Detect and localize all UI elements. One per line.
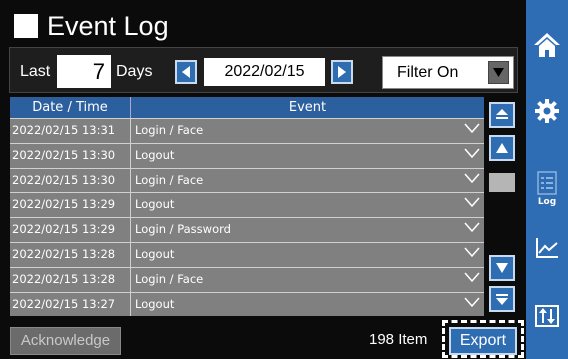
days-input[interactable]: 7: [57, 55, 111, 88]
row-datetime: 2022/02/15 13:30: [10, 143, 131, 168]
table-row[interactable]: 2022/02/15 13:29 Logout: [10, 192, 484, 218]
row-event: Logout: [135, 246, 175, 261]
title-square-icon: [14, 14, 38, 38]
row-datetime: 2022/02/15 13:31: [10, 119, 131, 143]
chevron-down-icon[interactable]: [464, 246, 480, 258]
double-down-arrow-icon: [496, 294, 508, 305]
page-title-text: Event Log: [47, 10, 169, 41]
row-event: Login / Face: [135, 271, 204, 286]
acknowledge-button[interactable]: Acknowledge: [10, 327, 121, 355]
table-row[interactable]: 2022/02/15 13:29 Login / Password: [10, 217, 484, 242]
days-label: Days: [116, 63, 153, 80]
chevron-down-icon[interactable]: [464, 172, 480, 184]
row-datetime: 2022/02/15 13:28: [10, 242, 131, 267]
prev-date-button[interactable]: [175, 60, 197, 84]
chevron-down-icon[interactable]: [464, 296, 480, 308]
chart-icon: [536, 238, 558, 258]
column-header-datetime: Date / Time: [10, 97, 131, 118]
row-datetime: 2022/02/15 13:29: [10, 218, 131, 242]
sidebar-item-sort[interactable]: [526, 296, 568, 336]
chevron-down-icon[interactable]: [464, 196, 480, 208]
triangle-up-icon: [496, 143, 508, 153]
triangle-left-icon: [182, 66, 190, 78]
chevron-down-icon[interactable]: [464, 221, 480, 233]
row-event: Login / Password: [135, 222, 231, 237]
last-label: Last: [20, 63, 51, 80]
log-icon: [537, 170, 557, 195]
sidebar-item-chart[interactable]: [526, 228, 568, 268]
table-header: Date / Time Event: [10, 97, 484, 118]
table-row[interactable]: 2022/02/15 13:28 Login / Face: [10, 266, 484, 292]
scrollbar-thumb[interactable]: [489, 173, 515, 192]
triangle-right-icon: [338, 66, 346, 78]
row-event: Login / Face: [135, 172, 204, 187]
sidebar-item-log-label: Log: [537, 196, 557, 207]
row-datetime: 2022/02/15 13:27: [10, 292, 131, 317]
sidebar: Log: [526, 0, 568, 359]
item-count: 198 Item: [369, 331, 428, 348]
scroll-up-button[interactable]: [489, 135, 515, 161]
table-row[interactable]: 2022/02/15 13:31 Login / Face: [10, 118, 484, 143]
row-datetime: 2022/02/15 13:28: [10, 267, 131, 292]
table-row[interactable]: 2022/02/15 13:27 Logout: [10, 291, 484, 317]
sidebar-item-log[interactable]: Log: [526, 164, 568, 212]
row-event: Logout: [135, 197, 175, 212]
chevron-down-icon[interactable]: [464, 147, 480, 159]
double-up-arrow-icon: [496, 109, 508, 119]
main-panel: Event Log Last 7 Days 2022/02/15 Filter …: [0, 0, 526, 359]
filter-select-value: Filter On: [397, 64, 459, 81]
chevron-down-icon[interactable]: [464, 271, 480, 283]
home-icon: [534, 33, 560, 57]
table-row[interactable]: 2022/02/15 13:30 Logout: [10, 142, 484, 168]
dropdown-button[interactable]: [488, 61, 509, 84]
triangle-down-icon: [496, 263, 508, 273]
sidebar-item-settings[interactable]: [526, 90, 568, 132]
scroll-bottom-button[interactable]: [489, 286, 515, 312]
gear-icon: [535, 99, 559, 123]
next-date-button[interactable]: [331, 60, 353, 84]
event-table: Date / Time Event 2022/02/15 13:31 Login…: [10, 97, 484, 317]
row-datetime: 2022/02/15 13:29: [10, 193, 131, 218]
table-row[interactable]: 2022/02/15 13:28 Logout: [10, 241, 484, 267]
filter-select[interactable]: Filter On: [382, 56, 514, 89]
column-header-event: Event: [131, 97, 484, 118]
sort-icon: [535, 305, 559, 327]
scroll-down-button[interactable]: [489, 255, 515, 281]
scroll-top-button[interactable]: [489, 102, 515, 128]
table-scrollbar[interactable]: [486, 97, 518, 317]
row-datetime: 2022/02/15 13:30: [10, 168, 131, 193]
row-event: Logout: [135, 147, 175, 162]
sidebar-item-home[interactable]: [526, 24, 568, 66]
page-title: Event Log: [14, 8, 169, 44]
row-event: Login / Face: [135, 123, 204, 137]
date-field[interactable]: 2022/02/15: [204, 58, 325, 86]
row-event: Logout: [135, 296, 175, 311]
chevron-down-icon: [493, 68, 504, 77]
export-button[interactable]: Export: [449, 327, 517, 355]
chevron-down-icon[interactable]: [464, 122, 480, 134]
table-row[interactable]: 2022/02/15 13:30 Login / Face: [10, 167, 484, 193]
